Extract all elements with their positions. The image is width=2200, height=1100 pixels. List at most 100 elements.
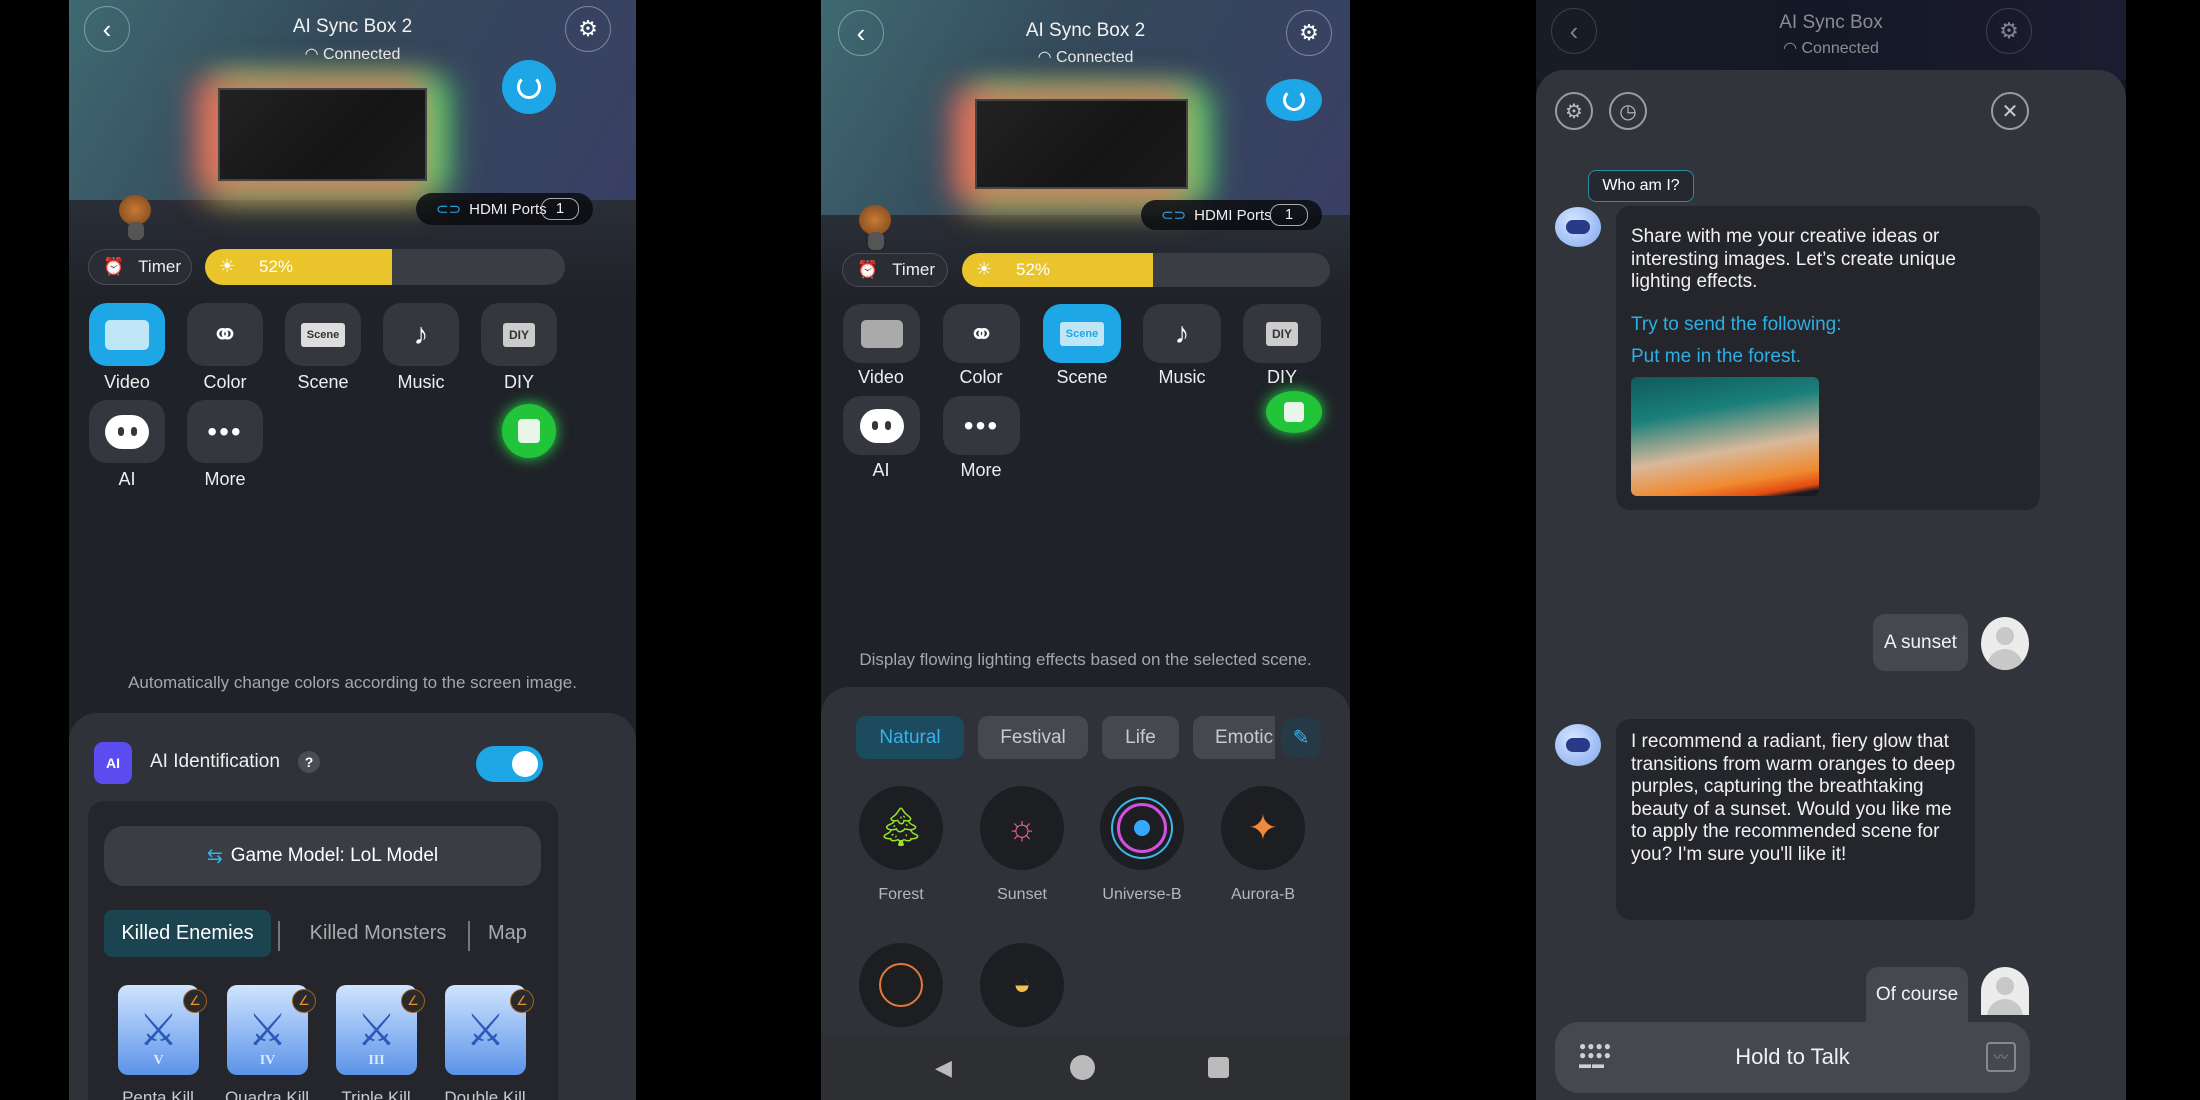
- tab-killed-monsters[interactable]: Killed Monsters: [288, 910, 468, 957]
- mode-more-button[interactable]: •••: [943, 396, 1020, 455]
- edit-pencil-icon[interactable]: ∠: [401, 989, 425, 1013]
- sync-box-floating-button[interactable]: [1266, 391, 1322, 433]
- hold-to-talk-label: Hold to Talk: [1735, 1044, 1850, 1069]
- mode-more-button[interactable]: •••: [187, 400, 263, 463]
- scene-label: Aurora-B: [1230, 886, 1296, 903]
- hdmi-ports-button[interactable]: ⊂⊃ HDMI Ports 1: [416, 193, 593, 225]
- help-icon[interactable]: ?: [298, 751, 320, 773]
- nav-back-icon[interactable]: ◀: [935, 1055, 952, 1081]
- mode-label: Music: [397, 372, 445, 392]
- scene-aurora-b[interactable]: ✦: [1221, 786, 1305, 870]
- forest-icon: 🌲︎: [876, 807, 926, 849]
- tab-map[interactable]: Map: [488, 910, 542, 957]
- mode-label: AI: [872, 460, 890, 480]
- scene-label: Universe-B: [1102, 886, 1182, 903]
- music-icon: ♪: [413, 317, 429, 351]
- music-icon: ♪: [1174, 316, 1190, 350]
- mode-label: DIY: [1266, 367, 1297, 387]
- mode-label: More: [960, 460, 1002, 480]
- timer-label: Timer: [138, 257, 181, 276]
- who-am-i-tooltip[interactable]: Who am I?: [1588, 170, 1694, 202]
- ai-identification-toggle[interactable]: [476, 746, 543, 782]
- scene-sand[interactable]: ◒: [980, 943, 1064, 1027]
- settings-button[interactable]: ⚙: [1986, 8, 2032, 54]
- clock-icon: ◷: [1619, 100, 1637, 123]
- mode-video-button[interactable]: [843, 304, 920, 363]
- diy-icon: DIY: [502, 322, 535, 347]
- example-sunset-image[interactable]: [1631, 376, 1819, 496]
- mode-music-button[interactable]: ♪: [1143, 304, 1221, 363]
- scene-forest[interactable]: 🌲︎: [859, 786, 943, 870]
- edit-categories-button[interactable]: ✎: [1281, 718, 1321, 758]
- mode-diy-button[interactable]: DIY: [1243, 304, 1321, 363]
- tab-divider: [278, 921, 280, 951]
- nav-recents-icon[interactable]: [1208, 1057, 1229, 1078]
- kill-label: Quadra Kill: [224, 1088, 310, 1100]
- status-text: Connected: [1056, 49, 1134, 66]
- nav-home-icon[interactable]: [1070, 1055, 1095, 1080]
- rank-numeral: V: [153, 1053, 164, 1068]
- user-avatar: [1981, 967, 2029, 1015]
- scene-universe-b[interactable]: [1100, 786, 1184, 870]
- brightness-slider[interactable]: ☀ 52%: [205, 249, 565, 285]
- pencil-icon: ✎: [1292, 727, 1310, 749]
- category-emotion[interactable]: Emotic: [1193, 716, 1275, 759]
- timer-button[interactable]: ⏰ Timer: [88, 249, 192, 285]
- ai-identification-sheet: AI AI Identification ? ⇆ Game Model: LoL …: [69, 713, 636, 1100]
- history-button[interactable]: ◷: [1609, 92, 1647, 130]
- user-message: Of course: [1866, 967, 1968, 1022]
- edit-pencil-icon[interactable]: ∠: [292, 989, 316, 1013]
- tv-preview: [218, 88, 427, 181]
- wifi-icon: ◠: [1783, 40, 1802, 57]
- mode-color-button[interactable]: ⚭: [943, 304, 1020, 363]
- sync-box-floating-button[interactable]: [502, 404, 556, 458]
- settings-button[interactable]: ⚙: [1286, 10, 1332, 56]
- connection-status: ◠ Connected: [69, 44, 636, 64]
- category-life[interactable]: Life: [1102, 716, 1179, 759]
- mode-music-button[interactable]: ♪: [383, 303, 459, 366]
- robot-icon: [1566, 738, 1590, 752]
- timer-button[interactable]: ⏰ Timer: [842, 253, 948, 287]
- edit-pencil-icon[interactable]: ∠: [510, 989, 534, 1013]
- edit-pencil-icon[interactable]: ∠: [183, 989, 207, 1013]
- category-natural[interactable]: Natural: [856, 716, 964, 759]
- connection-status: ◠ Connected: [1536, 38, 2126, 58]
- ai-assistant-avatar: [1555, 724, 1601, 766]
- game-model-label: Game Model: LoL Model: [230, 845, 439, 866]
- mode-label: Scene: [297, 372, 349, 392]
- tab-killed-enemies[interactable]: Killed Enemies: [104, 910, 271, 957]
- mode-scene-button[interactable]: Scene: [1043, 304, 1121, 363]
- scene-sunset[interactable]: ☼: [980, 786, 1064, 870]
- mode-label: Video: [104, 372, 150, 392]
- example-prompt[interactable]: Put me in the forest.: [1631, 346, 2025, 369]
- hdmi-ports-button[interactable]: ⊂⊃ HDMI Ports 1: [1141, 200, 1322, 230]
- mode-ai-button[interactable]: [843, 396, 920, 455]
- gear-icon: ⚙: [1299, 20, 1319, 45]
- power-button[interactable]: [502, 60, 556, 114]
- mode-ai-button[interactable]: [89, 400, 165, 463]
- scene-bubbles[interactable]: [859, 943, 943, 1027]
- more-icon: •••: [963, 409, 1000, 441]
- game-model-button[interactable]: ⇆ Game Model: LoL Model: [104, 826, 541, 886]
- mode-color-button[interactable]: ⚭: [187, 303, 263, 366]
- mode-diy-button[interactable]: DIY: [481, 303, 557, 366]
- crossed-swords-icon: ⚔: [247, 1005, 288, 1055]
- alarm-clock-icon: ⏰: [857, 260, 879, 279]
- video-icon: [105, 319, 149, 350]
- close-chat-button[interactable]: ✕: [1991, 92, 2029, 130]
- timer-label: Timer: [892, 260, 935, 279]
- image-upload-icon[interactable]: 〰: [1986, 1042, 2016, 1072]
- hdmi-port-count: 1: [1270, 204, 1308, 226]
- mode-scene-button[interactable]: Scene: [285, 303, 361, 366]
- brightness-slider[interactable]: ☀ 52%: [962, 253, 1330, 287]
- android-nav-bar: ◀: [821, 1035, 1350, 1100]
- settings-button[interactable]: ⚙: [565, 6, 611, 52]
- mode-video-button[interactable]: [89, 303, 165, 366]
- swap-icon: ⇆: [206, 845, 223, 867]
- hold-to-talk-bar[interactable]: ●●●● ●●●● ▬▬ Hold to Talk 〰: [1555, 1022, 2030, 1093]
- power-button[interactable]: [1266, 79, 1322, 121]
- scene-mode-screen: ‹ AI Sync Box 2 ◠ Connected ⚙ ⊂⊃ HDMI Por…: [821, 0, 1350, 1100]
- chat-settings-button[interactable]: ⚙: [1555, 92, 1593, 130]
- category-festival[interactable]: Festival: [978, 716, 1088, 759]
- sun-icon: ☀: [976, 259, 993, 279]
